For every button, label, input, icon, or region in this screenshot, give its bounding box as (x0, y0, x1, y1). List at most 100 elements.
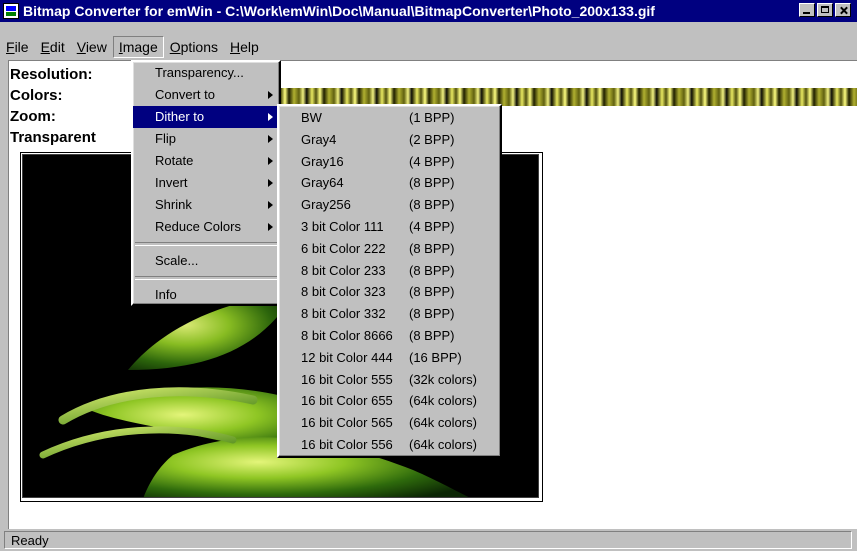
dither-option[interactable]: 8 bit Color 8666 (8 BPP) (279, 325, 500, 347)
submenu-arrow-icon (268, 135, 273, 143)
menu-item-label: Transparency... (155, 65, 244, 80)
menu-file[interactable]: File (0, 36, 35, 58)
menu-image[interactable]: Image (112, 36, 164, 58)
menu-item-label: Info (155, 287, 177, 302)
dither-option[interactable]: 16 bit Color 655 (64k colors) (279, 390, 500, 412)
dither-option[interactable]: BW (1 BPP) (279, 107, 500, 129)
menu-item-label: Flip (155, 131, 176, 146)
dither-option-name: 8 bit Color 233 (301, 262, 386, 278)
dither-option-name: 16 bit Color 556 (301, 436, 393, 452)
dither-option[interactable]: 8 bit Color 323 (8 BPP) (279, 281, 500, 303)
dither-option-format: (8 BPP) (409, 175, 455, 191)
menu-help-rest: elp (240, 39, 259, 55)
app-icon[interactable] (3, 3, 19, 19)
dither-option[interactable]: 16 bit Color 556 (64k colors) (279, 434, 500, 456)
menu-item-flip[interactable]: Flip (133, 128, 279, 150)
dither-option[interactable]: Gray256 (8 BPP) (279, 194, 500, 216)
submenu-arrow-icon (268, 179, 273, 187)
minimize-button[interactable] (799, 3, 815, 17)
submenu-arrow-icon (268, 91, 273, 99)
dither-option[interactable]: 3 bit Color 111 (4 BPP) (279, 216, 500, 238)
dither-submenu: BW (1 BPP) Gray4 (2 BPP) Gray16 (4 BPP) Gra… (277, 104, 502, 458)
dither-option-format: (8 BPP) (409, 327, 455, 343)
menu-item-convert-to[interactable]: Convert to (133, 84, 279, 106)
dither-option-name: BW (301, 110, 322, 125)
submenu-arrow-icon (268, 223, 273, 231)
status-text: Ready (4, 531, 852, 549)
menu-item-label: Dither to (155, 109, 205, 124)
dither-option[interactable]: 12 bit Color 444 (16 BPP) (279, 347, 500, 369)
menu-item-label: Rotate (155, 153, 194, 168)
menu-item-reduce-colors[interactable]: Reduce Colors (133, 216, 279, 238)
menu-item-dither-to[interactable]: Dither to (133, 106, 279, 128)
dither-option-format: (4 BPP) (409, 218, 455, 234)
dither-option-format: (8 BPP) (409, 262, 455, 278)
dither-option-name: 6 bit Color 222 (301, 240, 386, 256)
dither-option-format: (2 BPP) (409, 131, 455, 147)
menu-item-invert[interactable]: Invert (133, 172, 279, 194)
dither-option[interactable]: Gray16 (4 BPP) (279, 151, 500, 173)
menu-edit[interactable]: Edit (35, 36, 71, 58)
dither-option-name: 16 bit Color 555 (301, 371, 393, 387)
dither-option-format: (4 BPP) (409, 153, 455, 169)
resolution-label: Resolution: (10, 66, 93, 83)
window-controls (799, 3, 851, 17)
dither-option-name: Gray256 (301, 197, 351, 213)
menu-item-shrink[interactable]: Shrink (133, 194, 279, 216)
menu-options[interactable]: Options (164, 36, 224, 58)
dither-option-name: 16 bit Color 655 (301, 393, 393, 409)
submenu-arrow-icon (268, 113, 273, 121)
menu-item-label: Scale... (155, 253, 199, 268)
menu-image-rest: mage (122, 39, 158, 55)
dither-option[interactable]: 6 bit Color 222 (8 BPP) (279, 238, 500, 260)
menu-item-transparency[interactable]: Transparency... (133, 62, 279, 84)
menu-file-rest: ile (14, 39, 29, 55)
title-bar: Bitmap Converter for emWin - C:\Work\emW… (0, 0, 857, 22)
image-menu: Transparency... Convert to Dither to Fli… (131, 60, 281, 306)
menu-item-rotate[interactable]: Rotate (133, 150, 279, 172)
dither-option-format: (64k colors) (409, 415, 477, 431)
close-button[interactable] (835, 3, 851, 17)
submenu-arrow-icon (268, 157, 273, 165)
dither-option[interactable]: 16 bit Color 555 (32k colors) (279, 369, 500, 391)
dither-option-format: (1 BPP) (409, 110, 455, 125)
dither-option-format: (32k colors) (409, 371, 477, 387)
dither-option[interactable]: Gray4 (2 BPP) (279, 129, 500, 151)
dither-option-format: (8 BPP) (409, 240, 455, 256)
dither-option-name: Gray4 (301, 131, 337, 147)
menu-help[interactable]: Help (224, 36, 265, 58)
menu-view[interactable]: View (71, 36, 113, 58)
dither-option-format: (8 BPP) (409, 197, 455, 213)
dither-option-format: (8 BPP) (409, 306, 455, 322)
menu-bar: File Edit View Image Options Help (0, 36, 857, 58)
dither-option-name: Gray16 (301, 153, 344, 169)
dither-option-name: Gray64 (301, 175, 344, 191)
menu-item-info[interactable]: Info (133, 284, 279, 306)
zoom-label: Zoom: (10, 108, 56, 125)
dither-option[interactable]: 8 bit Color 332 (8 BPP) (279, 303, 500, 325)
menu-item-label: Convert to (155, 87, 215, 102)
submenu-arrow-icon (268, 201, 273, 209)
dither-option[interactable]: Gray64 (8 BPP) (279, 172, 500, 194)
dither-option-name: 3 bit Color 111 (301, 218, 384, 234)
menu-edit-rest: dit (49, 39, 65, 55)
menu-view-rest: iew (85, 39, 107, 55)
menu-separator (135, 276, 277, 280)
menu-item-label: Reduce Colors (155, 219, 241, 234)
menu-separator (135, 242, 277, 246)
dither-option-name: 8 bit Color 8666 (301, 327, 393, 343)
dither-option-format: (16 BPP) (409, 349, 462, 365)
dither-option-name: 8 bit Color 332 (301, 306, 386, 322)
dither-option[interactable]: 16 bit Color 565 (64k colors) (279, 412, 500, 434)
colors-label: Colors: (10, 87, 63, 104)
menu-options-rest: ptions (180, 39, 218, 55)
dither-option-format: (64k colors) (409, 436, 477, 452)
dither-option-format: (64k colors) (409, 393, 477, 409)
menu-item-label: Shrink (155, 197, 192, 212)
menu-item-scale[interactable]: Scale... (133, 250, 279, 272)
dither-option-name: 16 bit Color 565 (301, 415, 393, 431)
dither-option-format: (8 BPP) (409, 284, 455, 300)
transparent-label: Transparent (10, 129, 96, 146)
dither-option[interactable]: 8 bit Color 233 (8 BPP) (279, 260, 500, 282)
maximize-button[interactable] (817, 3, 833, 17)
